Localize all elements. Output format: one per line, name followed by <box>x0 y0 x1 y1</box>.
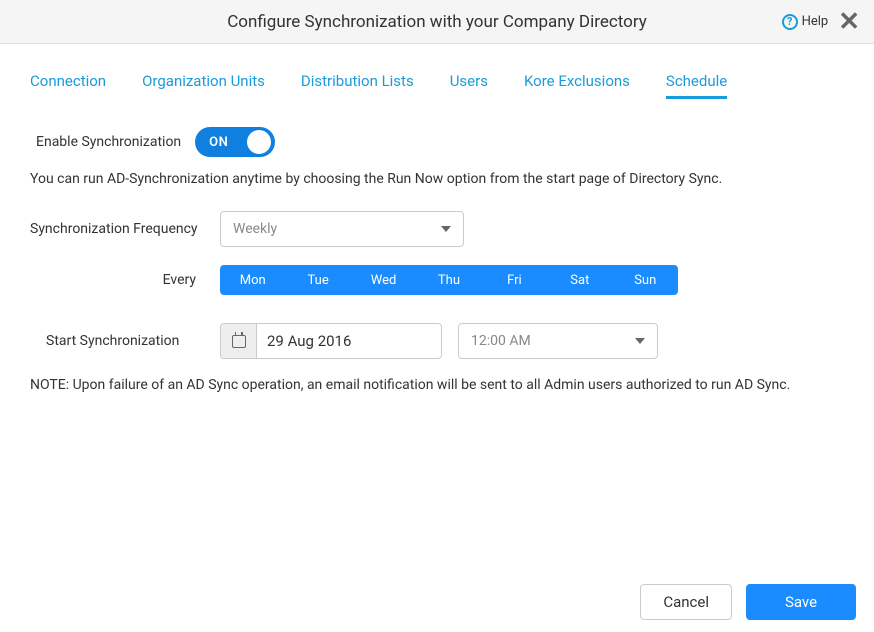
cancel-button[interactable]: Cancel <box>640 584 732 620</box>
save-button[interactable]: Save <box>746 584 856 620</box>
tab-users[interactable]: Users <box>450 72 488 99</box>
toggle-knob <box>247 130 271 154</box>
start-time-select[interactable]: 12:00 AM <box>458 323 658 359</box>
sync-note: NOTE: Upon failure of an AD Sync operati… <box>30 377 844 393</box>
chevron-down-icon <box>441 226 451 232</box>
dialog-title: Configure Synchronization with your Comp… <box>227 12 647 32</box>
dialog-body: Connection Organization Units Distributi… <box>0 44 874 632</box>
toggle-state-label: ON <box>209 135 228 150</box>
day-fri[interactable]: Fri <box>482 265 547 295</box>
enable-sync-toggle[interactable]: ON <box>195 127 275 157</box>
help-link[interactable]: ? Help <box>782 14 829 30</box>
schedule-panel: Enable Synchronization ON You can run AD… <box>30 109 844 393</box>
days-of-week-group: Mon Tue Wed Thu Fri Sat Sun <box>220 265 678 295</box>
scroll-area[interactable]: Connection Organization Units Distributi… <box>0 44 874 572</box>
header-actions: ? Help ✕ <box>782 9 860 35</box>
start-date-input[interactable]: 29 Aug 2016 <box>220 323 442 359</box>
start-sync-label: Start Synchronization <box>30 333 220 349</box>
calendar-icon-box <box>221 324 257 358</box>
frequency-row: Synchronization Frequency Weekly <box>30 211 844 247</box>
every-label: Every <box>30 272 220 288</box>
start-sync-row: Start Synchronization 29 Aug 2016 12:00 … <box>30 323 844 359</box>
tab-schedule[interactable]: Schedule <box>666 72 727 99</box>
day-sat[interactable]: Sat <box>547 265 612 295</box>
frequency-select[interactable]: Weekly <box>220 211 464 247</box>
sync-description: You can run AD-Synchronization anytime b… <box>30 171 844 187</box>
day-sun[interactable]: Sun <box>613 265 678 295</box>
dialog-header: Configure Synchronization with your Comp… <box>0 0 874 44</box>
tab-connection[interactable]: Connection <box>30 72 106 99</box>
help-icon: ? <box>782 14 798 30</box>
frequency-value: Weekly <box>233 221 277 237</box>
day-tue[interactable]: Tue <box>285 265 350 295</box>
close-icon[interactable]: ✕ <box>838 9 860 35</box>
start-time-value: 12:00 AM <box>471 333 531 349</box>
every-row: Every Mon Tue Wed Thu Fri Sat Sun <box>30 265 844 295</box>
help-label: Help <box>802 14 829 29</box>
enable-sync-label: Enable Synchronization <box>36 134 181 150</box>
start-controls: 29 Aug 2016 12:00 AM <box>220 323 658 359</box>
day-thu[interactable]: Thu <box>416 265 481 295</box>
start-date-value: 29 Aug 2016 <box>257 324 441 358</box>
tab-bar: Connection Organization Units Distributi… <box>30 44 844 109</box>
calendar-icon <box>232 335 246 348</box>
day-wed[interactable]: Wed <box>351 265 416 295</box>
enable-sync-row: Enable Synchronization ON <box>36 127 844 157</box>
dialog-footer: Cancel Save <box>0 572 874 632</box>
tab-organization-units[interactable]: Organization Units <box>142 72 265 99</box>
tab-kore-exclusions[interactable]: Kore Exclusions <box>524 72 630 99</box>
chevron-down-icon <box>635 338 645 344</box>
day-mon[interactable]: Mon <box>220 265 285 295</box>
frequency-label: Synchronization Frequency <box>30 221 220 237</box>
tab-distribution-lists[interactable]: Distribution Lists <box>301 72 414 99</box>
